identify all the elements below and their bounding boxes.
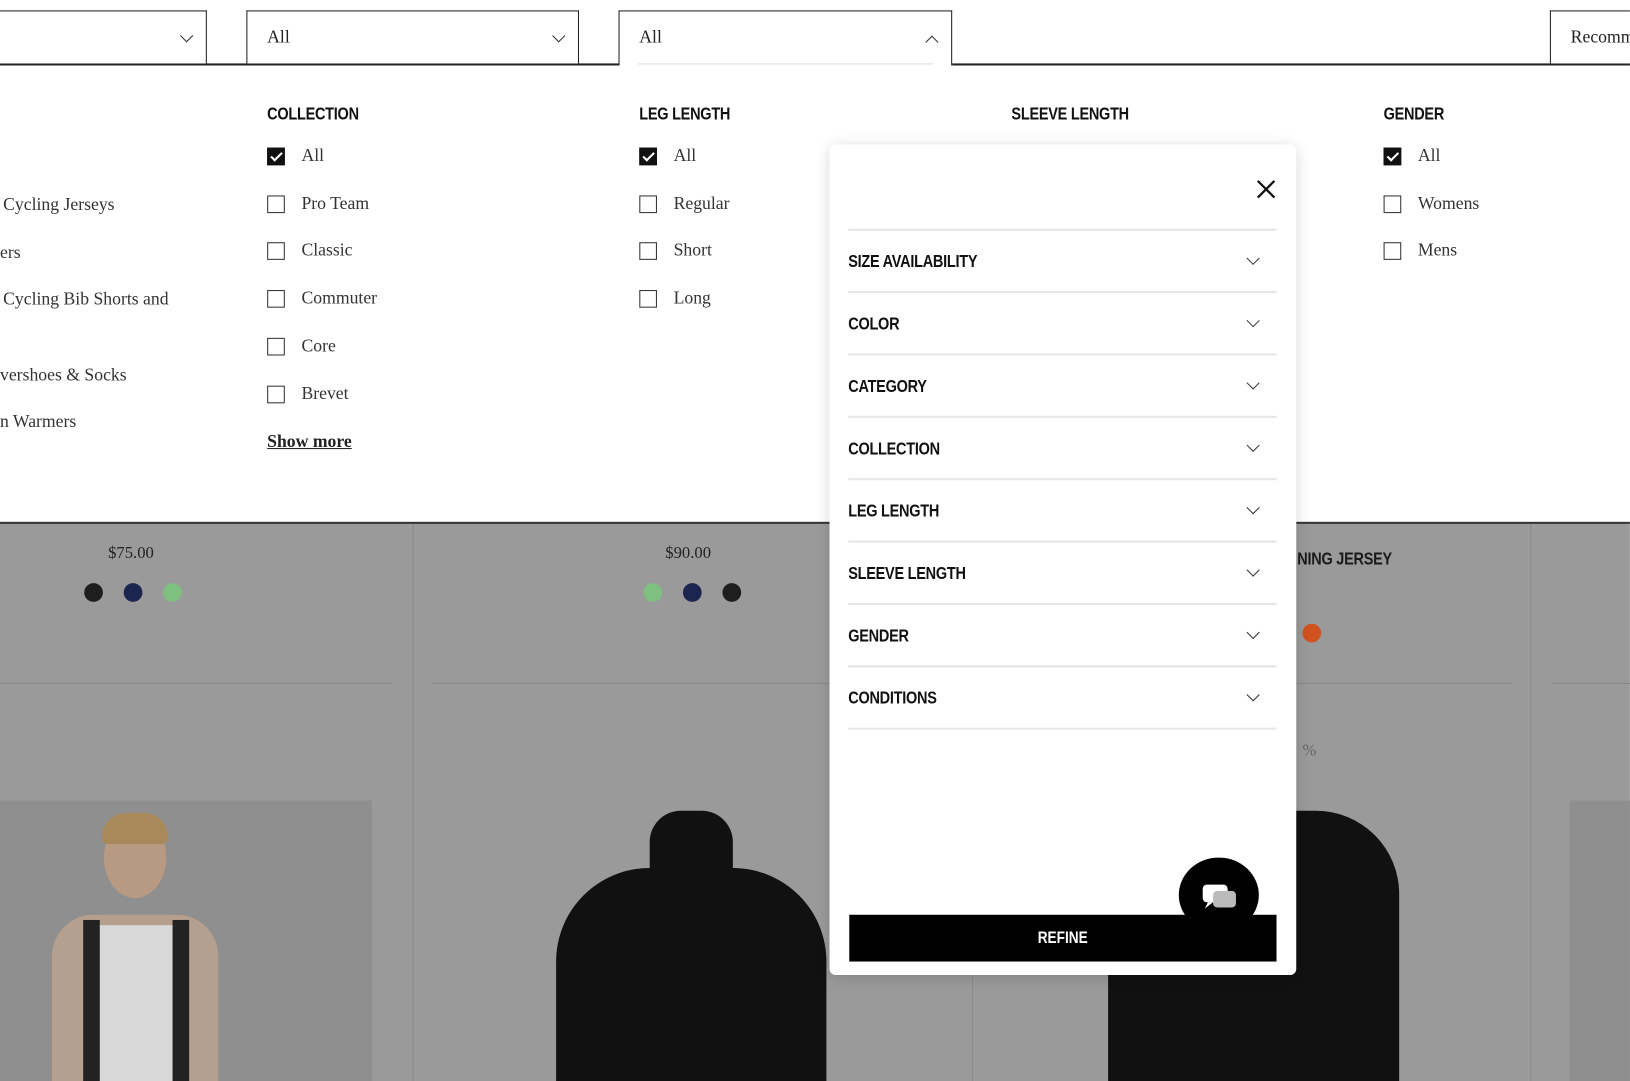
option-label: All (301, 145, 325, 166)
checkbox[interactable] (267, 195, 285, 213)
sort-value: Recomm (1570, 27, 1630, 47)
option-label: All (1417, 145, 1441, 166)
chevron-down-icon (179, 29, 194, 43)
dropdown-value: All (267, 27, 290, 47)
accordion-label: CATEGORY (848, 376, 927, 397)
option-label: All (673, 145, 697, 166)
column-divider (1530, 523, 1532, 1081)
accordion-category[interactable]: CATEGORY (848, 353, 1277, 417)
show-more-link[interactable]: Show more (267, 431, 352, 452)
option-label: Short (673, 240, 712, 261)
close-icon[interactable] (1254, 177, 1279, 202)
chevron-down-icon (1246, 314, 1260, 328)
option-label: Pro Team (301, 193, 370, 213)
checkbox[interactable] (267, 290, 285, 308)
accordion-gender[interactable]: GENDER (848, 602, 1277, 667)
filter-dropdown-collection[interactable]: All (246, 10, 580, 64)
card-divider (1296, 682, 1512, 684)
product-grid-overlay[interactable]: $75.00 $90.00 NING JERSEY % (0, 521, 1630, 1081)
gender-heading: GENDER (1383, 103, 1445, 124)
toolbar-divider (0, 63, 621, 66)
chevron-down-icon (552, 29, 566, 43)
category-option[interactable]: vershoes & Socks (0, 365, 127, 386)
checkbox[interactable] (1383, 147, 1402, 166)
checkbox[interactable] (1383, 242, 1402, 261)
category-option[interactable]: Cycling Jerseys (3, 194, 114, 215)
discount-label: % (1302, 742, 1317, 760)
option-label: Core (301, 335, 336, 356)
color-swatch[interactable] (163, 583, 182, 602)
option-label: Classic (301, 240, 353, 261)
chevron-down-icon (1246, 501, 1260, 515)
dropdown-value: All (639, 27, 662, 47)
refine-modal: SIZE AVAILABILITY COLOR CATEGORY COLLECTION… (829, 144, 1297, 976)
chevron-down-icon (1246, 438, 1260, 453)
dropdown-underline (638, 63, 934, 65)
option-label: Long (673, 288, 711, 308)
accordion-label: COLLECTION (848, 438, 940, 459)
option-label: Commuter (301, 288, 378, 308)
accordion-conditions[interactable]: CONDITIONS (848, 665, 1277, 729)
option-label: Brevet (301, 383, 349, 403)
accordion-label: GENDER (848, 625, 909, 646)
accordion-sleeve-length[interactable]: SLEEVE LENGTH (848, 540, 1277, 605)
checkbox[interactable] (639, 290, 657, 308)
accordion-label: CONDITIONS (848, 688, 937, 708)
chevron-down-icon (1246, 688, 1260, 702)
panel-bottom-border (0, 521, 1630, 524)
checkbox[interactable] (267, 242, 285, 261)
modal-bottom-divider (848, 727, 1277, 730)
accordion-label: SIZE AVAILABILITY (848, 251, 978, 272)
accordion-label: SLEEVE LENGTH (848, 563, 966, 584)
color-swatch[interactable] (123, 583, 143, 602)
option-label: Womens (1417, 193, 1480, 213)
color-swatch[interactable] (1302, 623, 1322, 643)
color-swatch[interactable] (722, 583, 742, 602)
chevron-down-icon (1246, 563, 1260, 577)
accordion-size-availability[interactable]: SIZE AVAILABILITY (848, 228, 1277, 293)
toolbar-divider (950, 63, 1630, 66)
chevron-down-icon (1246, 251, 1260, 265)
checkbox[interactable] (1383, 195, 1402, 213)
product-image[interactable] (1569, 800, 1630, 1081)
filter-dropdown-category[interactable] (0, 10, 207, 64)
checkbox[interactable] (639, 195, 657, 213)
chevron-down-icon (1246, 625, 1260, 640)
checkbox[interactable] (267, 385, 285, 403)
category-option[interactable]: Cycling Bib Shorts and (3, 289, 168, 310)
card-divider (0, 682, 392, 684)
filter-dropdown-leg-length[interactable]: All (618, 10, 953, 66)
option-label: Regular (673, 193, 730, 213)
category-option[interactable]: n Warmers (0, 412, 76, 433)
sleeve-length-heading: SLEEVE LENGTH (1011, 103, 1129, 124)
sort-dropdown[interactable]: Recomm (1549, 10, 1630, 64)
checkbox[interactable] (639, 147, 657, 166)
chevron-up-icon (925, 35, 939, 49)
chat-bubbles-icon[interactable] (1178, 857, 1259, 933)
accordion-label: COLOR (848, 313, 900, 334)
product-image[interactable] (0, 800, 373, 1081)
card-divider (1550, 682, 1630, 684)
color-swatch[interactable] (682, 583, 702, 602)
checkbox[interactable] (639, 242, 657, 261)
product-price: $90.00 (665, 544, 712, 563)
product-name: NING JERSEY (1297, 548, 1392, 569)
product-price: $75.00 (108, 544, 154, 563)
color-swatch[interactable] (643, 583, 663, 602)
product-image[interactable] (541, 810, 842, 1081)
page: All All Recomm Cycling Jerseys ers Cycli… (0, 0, 1630, 1081)
leg-length-heading: LEG LENGTH (639, 103, 731, 124)
accordion-leg-length[interactable]: LEG LENGTH (848, 478, 1277, 542)
checkbox[interactable] (267, 147, 285, 166)
chevron-down-icon (1246, 376, 1260, 390)
option-label: Mens (1417, 240, 1458, 261)
accordion-label: LEG LENGTH (848, 501, 940, 521)
column-divider (412, 523, 414, 1081)
checkbox[interactable] (267, 337, 285, 356)
accordion-color[interactable]: COLOR (848, 291, 1277, 355)
accordion-collection[interactable]: COLLECTION (848, 415, 1277, 480)
collection-heading: COLLECTION (267, 103, 359, 124)
color-swatch[interactable] (84, 583, 103, 602)
category-option[interactable]: ers (0, 242, 21, 263)
